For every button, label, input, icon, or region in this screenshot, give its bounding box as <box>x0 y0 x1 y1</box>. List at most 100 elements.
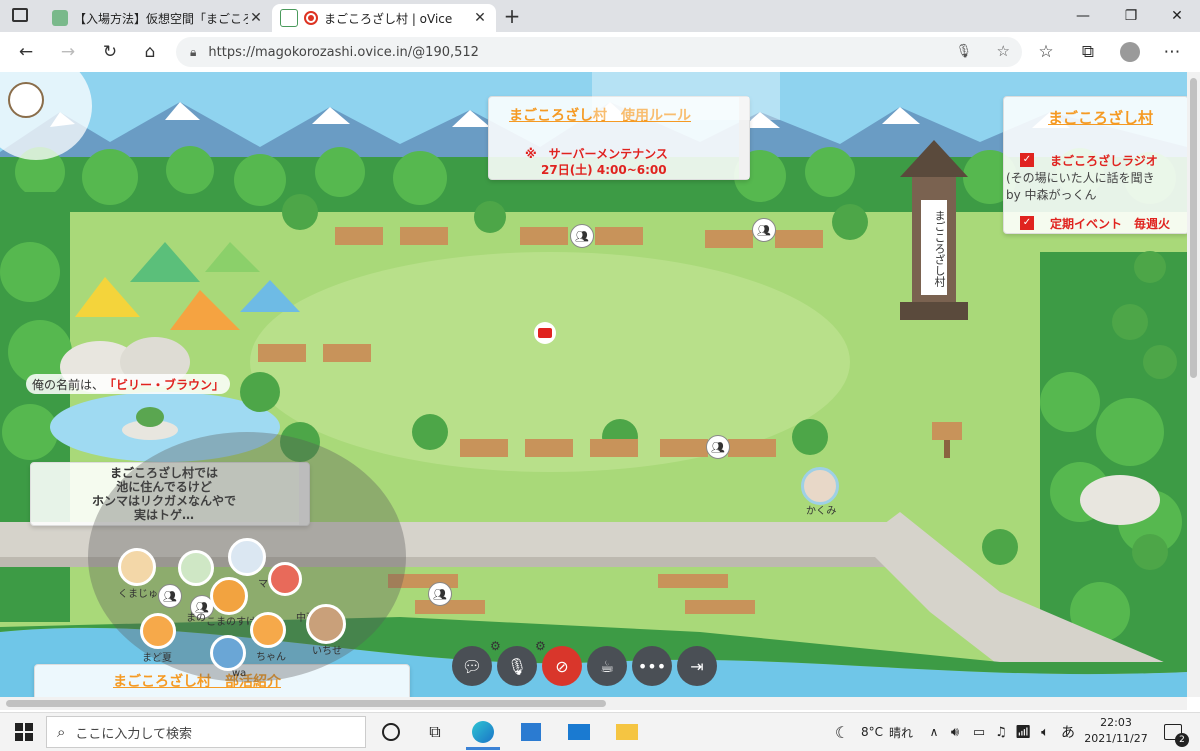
camera-settings-icon[interactable]: ⚙ <box>535 639 546 653</box>
village-logo-icon <box>8 82 44 118</box>
store-icon[interactable] <box>514 713 548 751</box>
mic-search-icon[interactable]: 🎙︎ <box>955 44 972 59</box>
away-button[interactable]: ☕︎ <box>587 646 627 686</box>
avatar[interactable] <box>801 467 839 505</box>
notification-badge: 2 <box>1175 733 1189 747</box>
avatar[interactable] <box>118 548 156 586</box>
recording-icon <box>304 11 318 25</box>
group-icon[interactable]: 👥︎ <box>706 435 730 459</box>
avatar[interactable] <box>250 612 286 648</box>
radio-desc: (その場にいた人に話を聞き <box>1006 171 1155 185</box>
file-explorer-icon[interactable] <box>610 713 644 751</box>
mic-icon: 🎙︎ <box>506 656 528 676</box>
moon-icon: ☾ <box>834 722 850 742</box>
cortana-icon[interactable] <box>376 713 406 751</box>
more-icon: ••• <box>637 656 667 676</box>
lock-icon: 🔒︎ <box>190 44 197 59</box>
new-tab-button[interactable]: + <box>500 4 524 28</box>
tab-entry-guide[interactable]: 【入場方法】仮想空間「まごころざし村」 ✕ <box>44 4 272 32</box>
close-window-icon[interactable]: ✕ <box>1154 0 1200 32</box>
ovice-map-canvas[interactable]: まごころざし村 まごころざし村 使用ルール ※ サーバーメンテナンス 27日(土… <box>0 72 1187 697</box>
radio-item: まごころざしラジオ <box>1050 154 1158 168</box>
group-icon[interactable]: 👥︎ <box>428 582 452 606</box>
camera-button[interactable]: ⊘ <box>542 646 582 686</box>
tab-actions-icon[interactable] <box>12 8 28 22</box>
clock[interactable]: 22:03 2021/11/27 <box>1082 715 1150 749</box>
group-icon[interactable]: 👥︎ <box>752 218 776 242</box>
maintenance-time: 27日(土) 4:00~6:00 <box>541 163 667 177</box>
address-bar[interactable]: 🔒︎ https://magokorozashi.ovice.in/@190,5… <box>176 37 1022 67</box>
page-favicon-icon <box>52 10 68 26</box>
start-icon[interactable] <box>8 713 40 751</box>
user-name-label: まの <box>186 613 206 624</box>
name-bubble: 俺の名前は、 「ビリー・ブラウン」 <box>26 374 231 394</box>
add-favorite-icon[interactable]: ☆ <box>997 42 1010 60</box>
user-name-label: まど夏 <box>142 653 172 664</box>
edge-icon[interactable] <box>466 713 500 751</box>
weather-temp[interactable]: 8°C <box>858 713 886 751</box>
avatar[interactable] <box>306 604 346 644</box>
scrollbar-thumb[interactable] <box>6 700 606 707</box>
chat-icon: 💬︎ <box>461 656 483 676</box>
vertical-scrollbar[interactable] <box>1187 72 1200 697</box>
url-text: https://magokorozashi.ovice.in/@190,512 <box>208 44 479 60</box>
device-icon[interactable]: ▭ <box>970 713 988 751</box>
avatar[interactable] <box>268 562 302 596</box>
camera-off-icon: ⊘ <box>555 656 569 676</box>
chevron-up-icon[interactable]: ∧ <box>926 713 942 751</box>
user-name-label: かくみ <box>806 506 837 517</box>
check-icon: ✓ <box>1020 153 1034 167</box>
mail-icon[interactable] <box>562 713 596 751</box>
more-button[interactable]: ••• <box>632 646 672 686</box>
weather-text[interactable]: 晴れ <box>888 713 914 751</box>
chat-button[interactable]: 💬︎ <box>452 646 492 686</box>
info-panel[interactable]: まごころざし村 ✓ まごころざしラジオ (その場にいた人に話を聞き by 中森が… <box>1003 96 1187 234</box>
avatar[interactable] <box>178 550 214 586</box>
radio-by: by 中森がっくん <box>1006 188 1097 202</box>
volume-icon[interactable]: 🔊︎ <box>946 713 964 751</box>
back-icon[interactable]: ← <box>14 40 38 64</box>
youtube-icon[interactable] <box>534 322 556 344</box>
user-name-label: wa <box>232 668 247 679</box>
info-title[interactable]: まごころざし村 <box>1048 107 1153 128</box>
tab-ovice[interactable]: まごころざし村 | oVice ✕ <box>272 4 496 32</box>
notification-icon[interactable]: 2 <box>1158 713 1189 751</box>
tab-bar: 【入場方法】仮想空間「まごころざし村」 ✕ まごころざし村 | oVice ✕ … <box>0 0 1200 32</box>
home-icon[interactable]: ⌂ <box>138 40 162 64</box>
close-tab-icon[interactable]: ✕ <box>472 10 488 26</box>
exit-icon: ⇥ <box>690 656 704 676</box>
windows-taskbar: ⌕ ここに入力して検索 ⧉ ☾ 8°C 晴れ ∧ 🔊︎ ▭ ♫ 📶︎ 🔈︎ あ … <box>0 712 1200 751</box>
group-icon[interactable]: 👥︎ <box>570 224 594 248</box>
speaker-icon[interactable]: 🔈︎ <box>1036 713 1054 751</box>
ime-indicator[interactable]: あ <box>1058 713 1078 751</box>
minimize-icon[interactable]: — <box>1060 0 1106 32</box>
user-name-label: くまじゅ <box>118 589 158 600</box>
exit-button[interactable]: ⇥ <box>677 646 717 686</box>
collections-icon[interactable]: ⧉ <box>1076 40 1100 64</box>
sound-icon[interactable]: ♫ <box>992 713 1010 751</box>
refresh-icon[interactable]: ↻ <box>98 40 122 64</box>
avatar[interactable] <box>210 577 248 615</box>
close-tab-icon[interactable]: ✕ <box>248 10 264 26</box>
restore-icon[interactable]: ❐ <box>1108 0 1154 32</box>
profile-avatar[interactable] <box>1118 40 1142 64</box>
network-icon[interactable]: 📶︎ <box>1014 713 1032 751</box>
mic-button[interactable]: 🎙︎ <box>497 646 537 686</box>
settings-more-icon[interactable]: ⋯ <box>1160 40 1184 64</box>
check-icon: ✓ <box>1020 216 1034 230</box>
overlay-highlight <box>592 72 780 120</box>
tower-sign-text: まごころざし村 <box>933 209 946 287</box>
horizontal-scrollbar[interactable] <box>0 697 1187 710</box>
ovice-favicon-icon <box>280 9 298 27</box>
scrollbar-thumb[interactable] <box>1190 78 1197 378</box>
group-icon[interactable]: 👥︎ <box>158 584 182 608</box>
address-toolbar: ← → ↻ ⌂ 🔒︎ https://magokorozashi.ovice.i… <box>0 32 1200 73</box>
avatar[interactable] <box>140 613 176 649</box>
avatar[interactable] <box>210 635 246 671</box>
favorites-icon[interactable]: ☆ <box>1034 40 1058 64</box>
task-view-icon[interactable]: ⧉ <box>420 713 450 751</box>
taskbar-search-box[interactable]: ⌕ ここに入力して検索 <box>46 716 366 748</box>
forward-icon[interactable]: → <box>56 40 80 64</box>
mic-settings-icon[interactable]: ⚙ <box>490 639 501 653</box>
avatar[interactable] <box>228 538 266 576</box>
